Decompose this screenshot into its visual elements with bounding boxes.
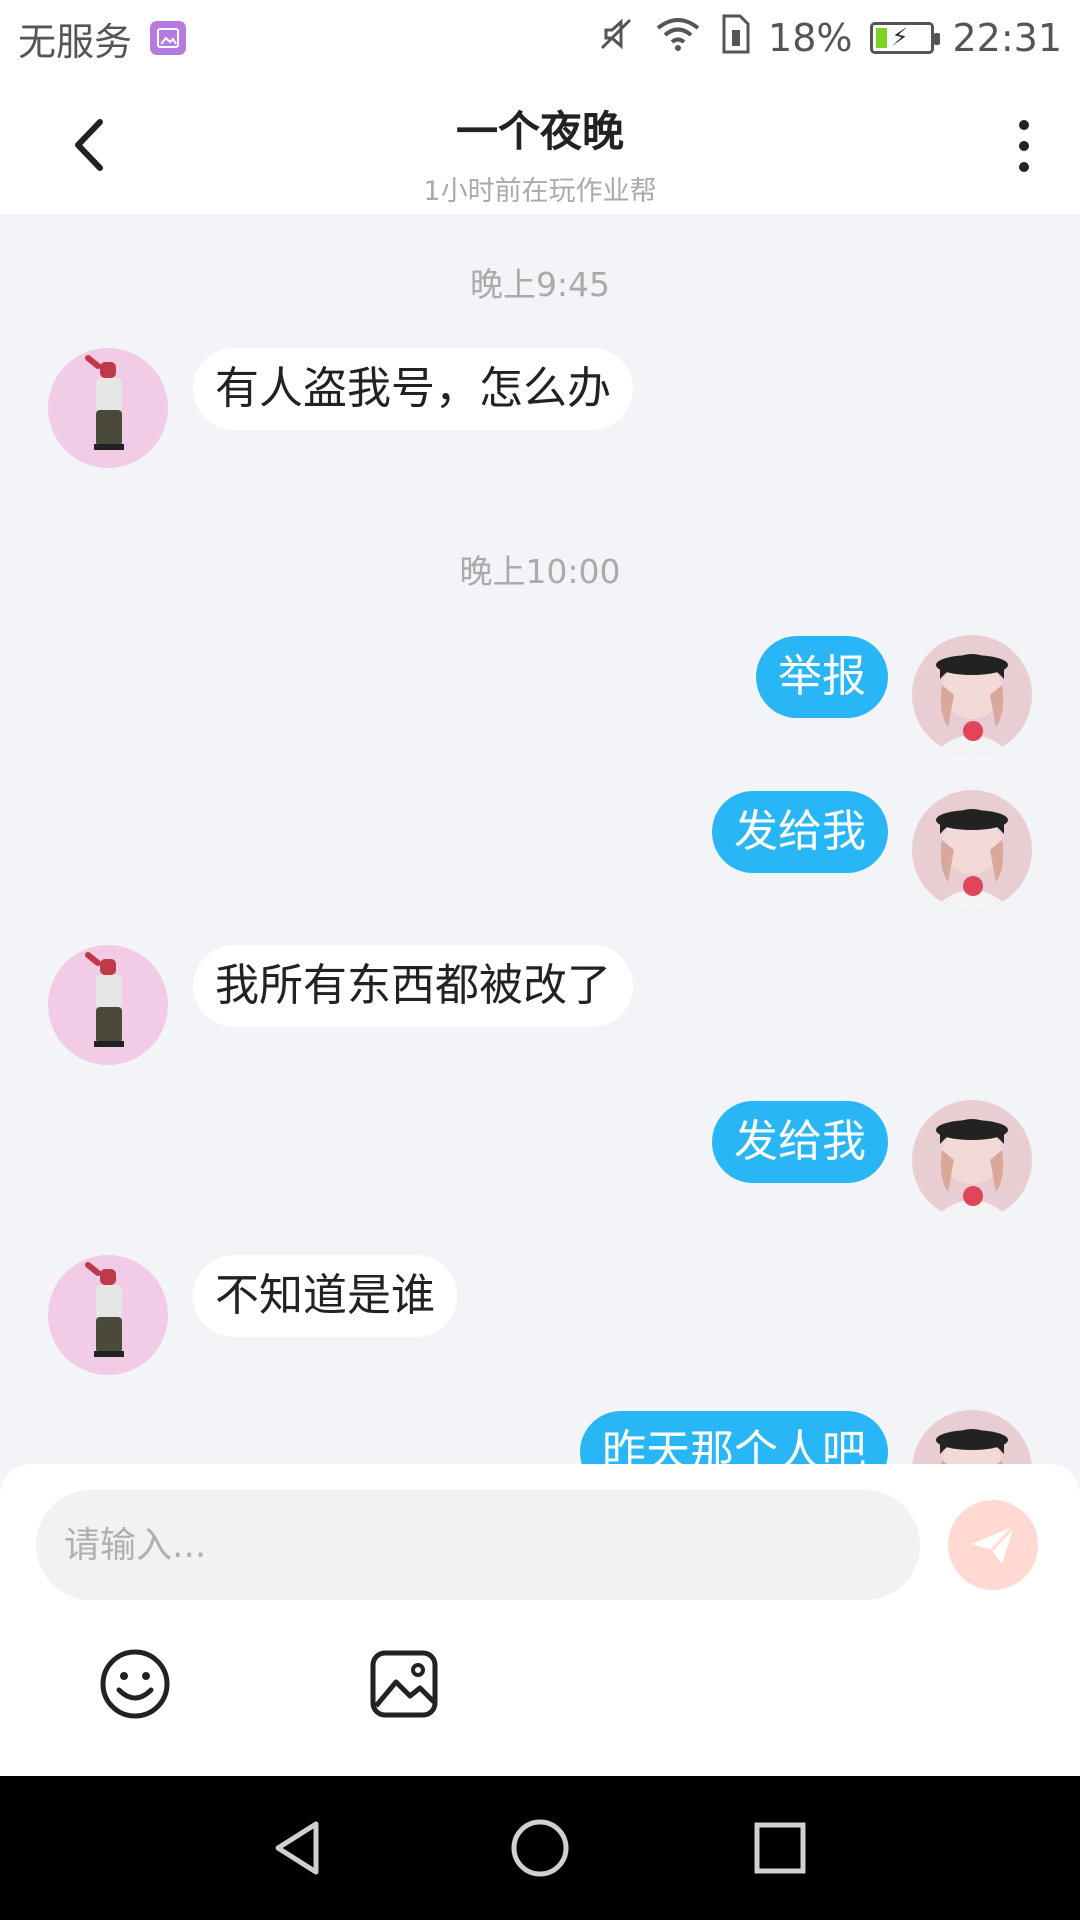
received-message-bubble[interactable]: 有人盗我号，怎么办 [193, 348, 633, 430]
paper-plane-icon [972, 1524, 1016, 1564]
sent-message-bubble[interactable]: 昨天那个人吧 [580, 1411, 888, 1464]
carrier-text: 无服务 [18, 19, 133, 64]
more-dot-icon [1019, 162, 1029, 172]
my-avatar[interactable] [912, 1100, 1032, 1220]
header-title-group: 一个夜晚 1小时前在玩作业帮 [0, 98, 1080, 208]
person-figure-icon [85, 1262, 124, 1357]
anime-girl-avatar-icon [932, 809, 1012, 910]
battery-charging-icon: ⚡ [870, 22, 941, 54]
square-recents-icon [754, 1822, 806, 1874]
emoji-button[interactable] [97, 1646, 173, 1722]
contact-status: 1小时前在玩作业帮 [423, 176, 657, 207]
my-avatar[interactable] [912, 790, 1032, 910]
triangle-back-icon [275, 1821, 319, 1875]
person-figure-icon [85, 952, 124, 1047]
chat-header: 一个夜晚 1小时前在玩作业帮 [0, 76, 1080, 214]
smiley-icon [100, 1649, 170, 1719]
status-bar: 无服务 18% ⚡ 22:31 [0, 0, 1080, 76]
person-figure-icon [85, 355, 124, 450]
received-message-bubble[interactable]: 不知道是谁 [193, 1255, 457, 1337]
nav-recents-button[interactable] [750, 1818, 810, 1878]
contact-avatar[interactable] [48, 945, 168, 1065]
received-message-bubble[interactable]: 我所有东西都被改了 [193, 945, 633, 1027]
sent-message-bubble[interactable]: 发给我 [712, 791, 888, 873]
contact-avatar[interactable] [48, 348, 168, 468]
chat-screen: 无服务 18% ⚡ 22:31 一个夜晚 1小时前在玩作业帮 晚上9:45 有人… [0, 0, 1080, 1920]
contact-name: 一个夜晚 [455, 107, 624, 156]
anime-girl-avatar-icon [932, 654, 1012, 755]
anime-girl-avatar-icon [932, 1119, 1012, 1220]
anime-girl-avatar-icon [936, 1429, 1008, 1464]
more-dot-icon [1019, 141, 1029, 151]
message-composer [0, 1464, 1080, 1776]
sent-message-bubble[interactable]: 举报 [756, 636, 888, 718]
more-options-button[interactable] [1004, 116, 1044, 176]
message-timestamp: 晚上10:00 [459, 552, 621, 591]
my-avatar[interactable] [912, 1410, 1032, 1464]
image-button[interactable] [366, 1646, 442, 1722]
image-icon [370, 1650, 438, 1718]
battery-percent: 18% [768, 16, 853, 60]
send-button[interactable] [948, 1500, 1038, 1590]
nav-home-button[interactable] [510, 1818, 570, 1878]
circle-home-icon [511, 1819, 569, 1877]
nav-back-button[interactable] [270, 1818, 330, 1878]
system-navigation-bar [0, 1776, 1080, 1920]
sim-icon [720, 14, 750, 63]
mute-icon [596, 14, 636, 63]
contact-avatar[interactable] [48, 1255, 168, 1375]
gallery-icon [150, 21, 187, 55]
wifi-icon [654, 14, 702, 63]
clock: 22:31 [952, 16, 1062, 60]
message-timestamp: 晚上9:45 [469, 265, 611, 304]
my-avatar[interactable] [912, 635, 1032, 755]
message-list[interactable]: 晚上9:45 有人盗我号，怎么办 晚上10:00 举报 发给我 我所有东西都被改… [0, 214, 1080, 1464]
sent-message-bubble[interactable]: 发给我 [712, 1101, 888, 1183]
message-input[interactable] [36, 1490, 920, 1600]
more-dot-icon [1019, 120, 1029, 130]
